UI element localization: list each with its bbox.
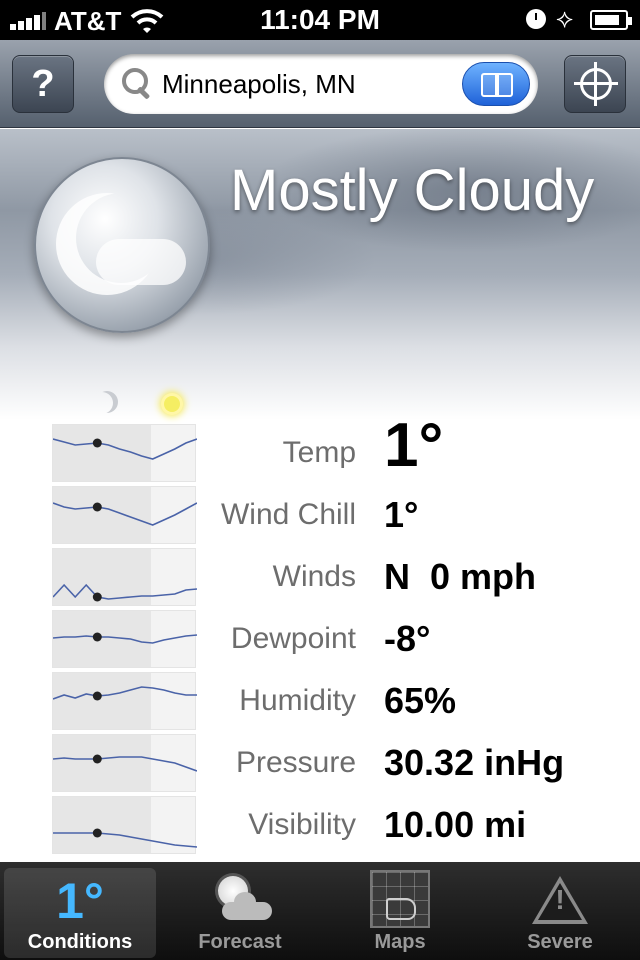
trend-sparkline	[52, 672, 197, 730]
current-temp-tab-icon: 1°	[56, 873, 104, 929]
bookmarks-button[interactable]	[462, 62, 530, 106]
trend-path	[53, 686, 197, 700]
current-time-marker	[92, 592, 102, 602]
tab-conditions[interactable]: 1° Conditions	[4, 868, 156, 958]
crosshair-icon	[574, 62, 618, 106]
tab-label: Forecast	[198, 931, 282, 953]
current-conditions-hero: Mostly Cloudy	[0, 129, 640, 420]
location-search-input[interactable]	[162, 62, 462, 106]
current-time-marker	[92, 754, 102, 764]
condition-value: 30.32 inHg	[384, 742, 565, 783]
tab-label: Conditions	[27, 931, 133, 953]
current-time-marker	[92, 632, 102, 642]
tab-forecast[interactable]: Forecast	[164, 868, 316, 958]
condition-row-wind-chill[interactable]: Wind Chill 1°	[0, 484, 640, 546]
condition-label: Wind Chill	[220, 498, 356, 531]
tab-bar: 1° Conditions Forecast Maps ! Severe	[0, 862, 640, 960]
current-time-marker	[92, 502, 102, 512]
trend-sparkline	[52, 796, 197, 854]
trend-path	[53, 502, 197, 526]
condition-value: 1°	[384, 494, 419, 535]
location-search-box[interactable]	[104, 54, 538, 114]
trend-path	[53, 832, 197, 848]
condition-row-winds[interactable]: Winds N 0 mph	[0, 546, 640, 608]
nav-bar: ?	[0, 40, 640, 128]
search-icon	[122, 68, 152, 100]
condition-value: N 0 mph	[384, 556, 537, 597]
book-icon	[481, 73, 513, 97]
help-button[interactable]: ?	[12, 55, 74, 113]
condition-row-dewpoint[interactable]: Dewpoint -8°	[0, 608, 640, 670]
condition-row-visibility[interactable]: Visibility 10.00 mi	[0, 794, 640, 856]
condition-value: 65%	[384, 680, 457, 721]
trend-line	[53, 632, 197, 644]
condition-label: Humidity	[239, 684, 356, 717]
trend-line	[53, 502, 197, 526]
condition-value: 1°	[384, 411, 444, 480]
tab-label: Maps	[374, 931, 426, 953]
current-location-button[interactable]	[564, 55, 626, 113]
trend-sparkline	[52, 734, 197, 792]
trend-line	[53, 438, 197, 460]
trend-line	[53, 583, 197, 602]
current-time-marker	[92, 828, 102, 838]
condition-label: Visibility	[248, 808, 356, 841]
trend-line	[53, 754, 197, 772]
trend-line	[53, 686, 197, 701]
status-bar: AT&T 11:04 PM ⟡	[0, 0, 640, 40]
trend-line	[53, 828, 197, 848]
condition-label: Temp	[282, 436, 356, 469]
alarm-clock-icon	[526, 9, 546, 29]
current-time-marker	[92, 438, 102, 448]
trend-path	[53, 634, 197, 644]
condition-row-humidity[interactable]: Humidity 65%	[0, 670, 640, 732]
condition-label: Winds	[272, 560, 356, 593]
condition-value: 10.00 mi	[384, 804, 527, 845]
trend-sparkline	[52, 424, 197, 482]
sun-icon	[164, 396, 180, 412]
condition-text: Mostly Cloudy	[230, 158, 595, 223]
moon-icon	[91, 392, 113, 414]
tab-label: Severe	[527, 931, 593, 953]
question-mark-icon: ?	[31, 63, 55, 105]
tab-maps[interactable]: Maps	[324, 868, 476, 958]
trend-sparkline	[52, 548, 197, 606]
trend-path	[53, 438, 197, 460]
battery-icon	[590, 10, 632, 30]
trend-sparkline	[52, 610, 197, 668]
trend-path	[53, 756, 197, 772]
condition-row-pressure[interactable]: Pressure 30.32 inHg	[0, 732, 640, 794]
condition-label: Dewpoint	[230, 622, 356, 655]
current-time-marker	[92, 691, 102, 701]
tab-severe[interactable]: ! Severe	[484, 868, 636, 958]
condition-value: -8°	[384, 618, 431, 659]
bluetooth-icon: ⟡	[556, 3, 574, 33]
trend-sparkline	[52, 486, 197, 544]
condition-row-temp[interactable]: Temp 1°	[0, 411, 640, 484]
map-icon	[370, 870, 430, 928]
trend-path	[53, 583, 197, 600]
mostly-cloudy-night-icon	[34, 157, 210, 333]
condition-label: Pressure	[235, 746, 356, 779]
